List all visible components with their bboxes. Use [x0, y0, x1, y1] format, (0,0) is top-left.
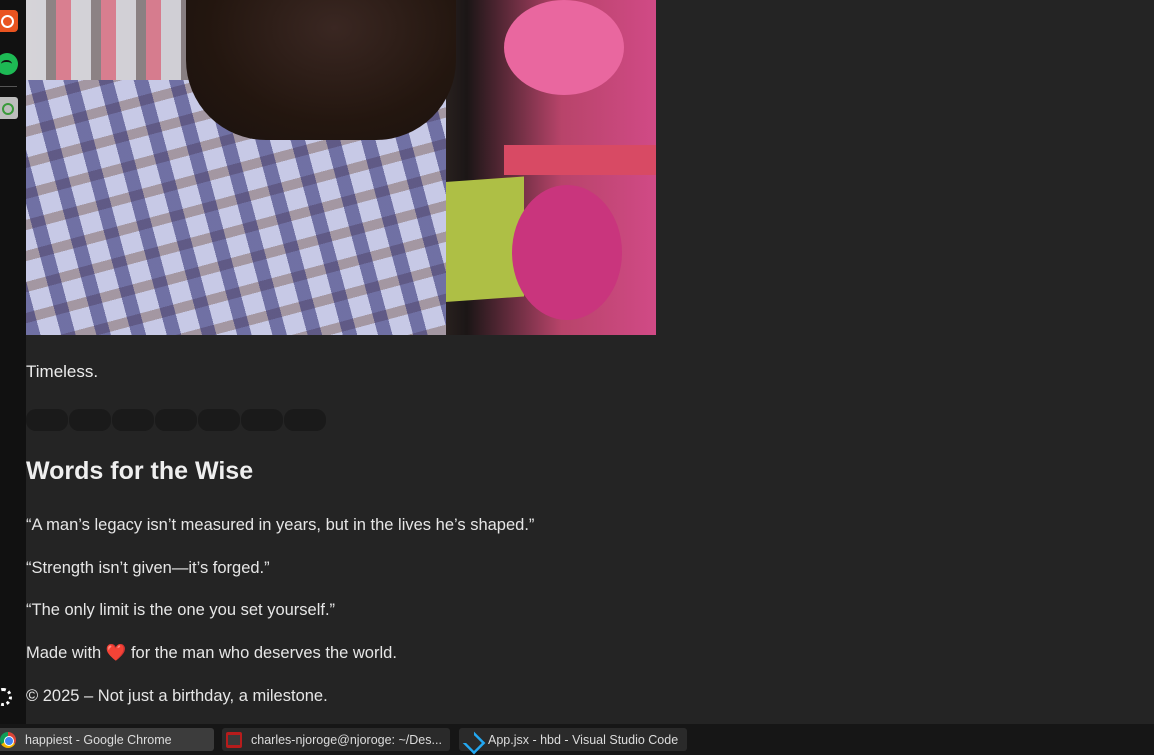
taskbar-item-terminal[interactable]: charles-njoroge@njoroge: ~/Des... — [222, 728, 450, 751]
quote-3: “The only limit is the one you set yours… — [26, 601, 336, 619]
taskbar-item-label: App.jsx - hbd - Visual Studio Code — [488, 732, 679, 747]
gallery-dot-5[interactable] — [198, 409, 240, 431]
birthday-photo — [26, 0, 656, 335]
section-heading: Words for the Wise — [26, 457, 254, 485]
dock — [0, 0, 26, 724]
gallery-dots — [26, 409, 326, 431]
gallery-dot-3[interactable] — [112, 409, 154, 431]
ubuntu-icon[interactable] — [0, 10, 18, 32]
trash-icon[interactable] — [0, 97, 18, 119]
gallery-dot-6[interactable] — [241, 409, 283, 431]
taskbar-item-label: happiest - Google Chrome — [25, 732, 172, 747]
taskbar-item-label: charles-njoroge@njoroge: ~/Des... — [251, 732, 442, 747]
gallery-dot-7[interactable] — [284, 409, 326, 431]
quote-1: “A man’s legacy isn’t measured in years,… — [26, 516, 535, 534]
vscode-icon — [463, 732, 479, 748]
gallery-dot-2[interactable] — [69, 409, 111, 431]
taskbar: happiest - Google Chrome charles-njoroge… — [0, 724, 1154, 755]
taskbar-item-chrome[interactable]: happiest - Google Chrome — [0, 728, 214, 751]
made-with-line: Made with ❤️ for the man who deserves th… — [26, 644, 397, 663]
made-prefix: Made with — [26, 644, 102, 662]
chrome-icon — [0, 731, 16, 748]
terminal-icon — [226, 731, 242, 748]
taskbar-item-vscode[interactable]: App.jsx - hbd - Visual Studio Code — [459, 728, 687, 751]
dock-separator — [0, 86, 17, 87]
spotify-icon[interactable] — [0, 53, 18, 75]
copyright-line: © 2025 – Not just a birthday, a mileston… — [26, 687, 328, 705]
made-suffix: for the man who deserves the world. — [130, 644, 397, 662]
quote-2: “Strength isn’t given—it’s forged.” — [26, 559, 270, 577]
page-content: Timeless. Words for the Wise “A man’s le… — [26, 0, 1154, 724]
gallery-dot-1[interactable] — [26, 409, 68, 431]
gallery-dot-4[interactable] — [155, 409, 197, 431]
show-apps-icon[interactable] — [0, 688, 12, 706]
photo-caption: Timeless. — [26, 362, 99, 381]
heart-icon: ❤️ — [105, 644, 127, 662]
